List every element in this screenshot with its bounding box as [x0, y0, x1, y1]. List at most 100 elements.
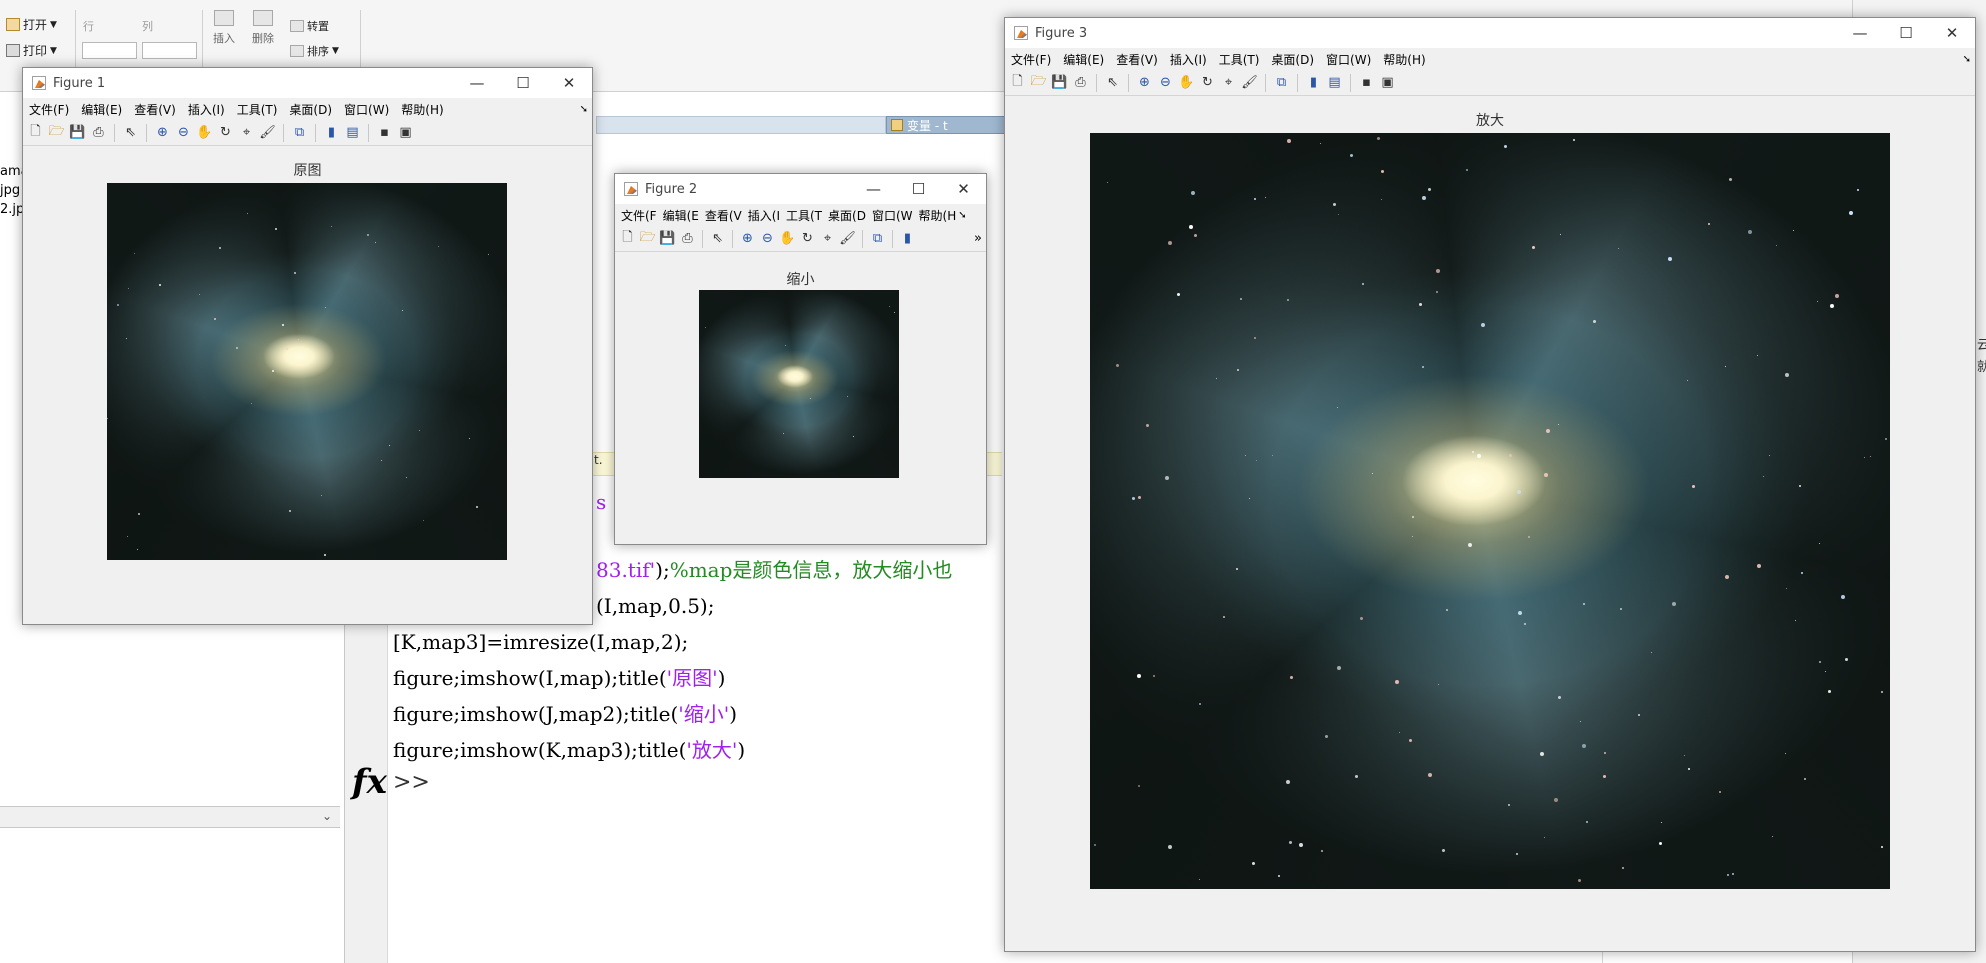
figure-2-window[interactable]: Figure 2 — ☐ ✕ 文件(F 编辑(E 查看(V 插入(I 工具(T … [614, 173, 987, 545]
colorbar-icon[interactable]: ▮ [323, 125, 340, 141]
menu-file[interactable]: 文件(F [621, 207, 657, 224]
print-icon[interactable]: ⎙ [679, 231, 696, 247]
menu-edit[interactable]: 编辑(E) [81, 101, 122, 118]
print-icon[interactable]: ⎙ [90, 125, 107, 141]
menu-help[interactable]: 帮助(H) [401, 101, 443, 118]
zoom-in-icon[interactable]: ⊕ [154, 125, 171, 141]
select-arrow-icon[interactable]: ⇖ [709, 231, 726, 247]
transpose-button[interactable]: 转置 [290, 18, 329, 34]
zoom-out-icon[interactable]: ⊖ [1157, 75, 1174, 91]
menu-file[interactable]: 文件(F) [29, 101, 69, 118]
zoom-in-icon[interactable]: ⊕ [1136, 75, 1153, 91]
figure-3-window[interactable]: Figure 3 — ☐ ✕ 文件(F) 编辑(E) 查看(V) 插入(I) 工… [1004, 17, 1976, 952]
close-button[interactable]: ✕ [941, 174, 986, 204]
chevron-down-icon[interactable]: ⌄ [322, 809, 332, 823]
new-figure-icon[interactable]: 🗋 [619, 230, 636, 247]
menu-window[interactable]: 窗口(W) [1326, 51, 1371, 68]
link-plot-icon[interactable]: ⧉ [869, 231, 886, 247]
pan-hand-icon[interactable]: ✋ [1178, 75, 1195, 91]
menu-tools[interactable]: 工具(T) [237, 101, 278, 118]
maximize-button[interactable]: ☐ [500, 68, 546, 98]
menu-file[interactable]: 文件(F) [1011, 51, 1051, 68]
save-icon[interactable]: 💾 [1051, 75, 1068, 91]
open-button[interactable]: 打开 ▼ [6, 16, 57, 33]
data-cursor-icon[interactable]: ⌖ [238, 125, 255, 141]
print-button[interactable]: 打印 ▼ [6, 42, 57, 59]
menu-insert[interactable]: 插入(I) [188, 101, 225, 118]
menu-view[interactable]: 查看(V [705, 207, 742, 224]
new-figure-icon[interactable]: 🗋 [27, 124, 44, 141]
title-bar[interactable]: Figure 1 — ☐ ✕ [23, 68, 592, 98]
menu-help[interactable]: 帮助(H) [1383, 51, 1425, 68]
legend-icon[interactable]: ▤ [1326, 75, 1343, 91]
menu-help[interactable]: 帮助(H [919, 207, 957, 224]
details-header[interactable]: ⌄ [0, 806, 340, 828]
menu-insert[interactable]: 插入(I [748, 207, 780, 224]
save-icon[interactable]: 💾 [659, 231, 676, 247]
zoom-in-icon[interactable]: ⊕ [739, 231, 756, 247]
save-icon[interactable]: 💾 [69, 125, 86, 141]
toolbar-overflow-icon[interactable]: » [974, 231, 982, 246]
menu-insert[interactable]: 插入(I) [1170, 51, 1207, 68]
open-file-icon[interactable]: 🗁 [48, 124, 65, 141]
colorbar-icon[interactable]: ▮ [1305, 75, 1322, 91]
pan-hand-icon[interactable]: ✋ [779, 231, 796, 247]
menu-edit[interactable]: 编辑(E) [1063, 51, 1104, 68]
rotate-3d-icon[interactable]: ↻ [799, 231, 816, 247]
insert-button[interactable]: 插入 [213, 10, 235, 46]
select-arrow-icon[interactable]: ⇖ [122, 125, 139, 141]
fx-icon[interactable]: fx [352, 762, 387, 802]
link-plot-icon[interactable]: ⧉ [1273, 75, 1290, 91]
select-arrow-icon[interactable]: ⇖ [1104, 75, 1121, 91]
menu-desktop[interactable]: 桌面(D) [1271, 51, 1314, 68]
rotate-3d-icon[interactable]: ↻ [217, 125, 234, 141]
link-plot-icon[interactable]: ⧉ [291, 125, 308, 141]
rotate-3d-icon[interactable]: ↻ [1199, 75, 1216, 91]
brush-icon[interactable]: 🖌 [839, 231, 856, 247]
menu-view[interactable]: 查看(V) [134, 101, 176, 118]
row-input[interactable] [82, 42, 137, 59]
title-bar[interactable]: Figure 3 — ☐ ✕ [1005, 18, 1975, 48]
menu-desktop[interactable]: 桌面(D) [289, 101, 332, 118]
maximize-button[interactable]: ☐ [1883, 18, 1929, 48]
maximize-button[interactable]: ☐ [896, 174, 941, 204]
pan-hand-icon[interactable]: ✋ [196, 125, 213, 141]
data-cursor-icon[interactable]: ⌖ [819, 231, 836, 247]
zoom-out-icon[interactable]: ⊖ [759, 231, 776, 247]
hide-plot-tools-icon[interactable]: ▪ [376, 125, 393, 141]
menu-desktop[interactable]: 桌面(D [828, 207, 866, 224]
minimize-button[interactable]: — [1837, 18, 1883, 48]
dock-arrow-icon[interactable]: ➘ [958, 210, 966, 221]
show-plot-tools-icon[interactable]: ▣ [397, 125, 414, 141]
legend-icon[interactable]: ▤ [344, 125, 361, 141]
data-cursor-icon[interactable]: ⌖ [1220, 75, 1237, 91]
hide-plot-tools-icon[interactable]: ▪ [1358, 75, 1375, 91]
menu-window[interactable]: 窗口(W) [344, 101, 389, 118]
print-icon[interactable]: ⎙ [1072, 75, 1089, 91]
minimize-button[interactable]: — [454, 68, 500, 98]
brush-icon[interactable]: 🖌 [1241, 75, 1258, 91]
delete-button[interactable]: 删除 [252, 10, 274, 46]
dock-arrow-icon[interactable]: ➘ [1963, 54, 1971, 65]
title-bar[interactable]: Figure 2 — ☐ ✕ [615, 174, 986, 204]
close-button[interactable]: ✕ [546, 68, 592, 98]
zoom-out-icon[interactable]: ⊖ [175, 125, 192, 141]
menu-edit[interactable]: 编辑(E [663, 207, 699, 224]
variables-tab[interactable]: 变量 - t [886, 116, 1006, 134]
colorbar-icon[interactable]: ▮ [899, 231, 916, 247]
minimize-button[interactable]: — [851, 174, 896, 204]
menu-tools[interactable]: 工具(T [786, 207, 822, 224]
command-prompt[interactable]: >> [393, 770, 430, 795]
open-file-icon[interactable]: 🗁 [639, 230, 656, 247]
show-plot-tools-icon[interactable]: ▣ [1379, 75, 1396, 91]
dock-arrow-icon[interactable]: ➘ [580, 104, 588, 115]
close-button[interactable]: ✕ [1929, 18, 1975, 48]
menu-view[interactable]: 查看(V) [1116, 51, 1158, 68]
menu-tools[interactable]: 工具(T) [1219, 51, 1260, 68]
figure-1-window[interactable]: Figure 1 — ☐ ✕ 文件(F) 编辑(E) 查看(V) 插入(I) 工… [22, 67, 593, 625]
brush-icon[interactable]: 🖌 [259, 125, 276, 141]
open-file-icon[interactable]: 🗁 [1030, 74, 1047, 91]
sort-button[interactable]: 排序 ▼ [290, 43, 339, 59]
menu-window[interactable]: 窗口(W [872, 207, 913, 224]
col-input[interactable] [142, 42, 197, 59]
